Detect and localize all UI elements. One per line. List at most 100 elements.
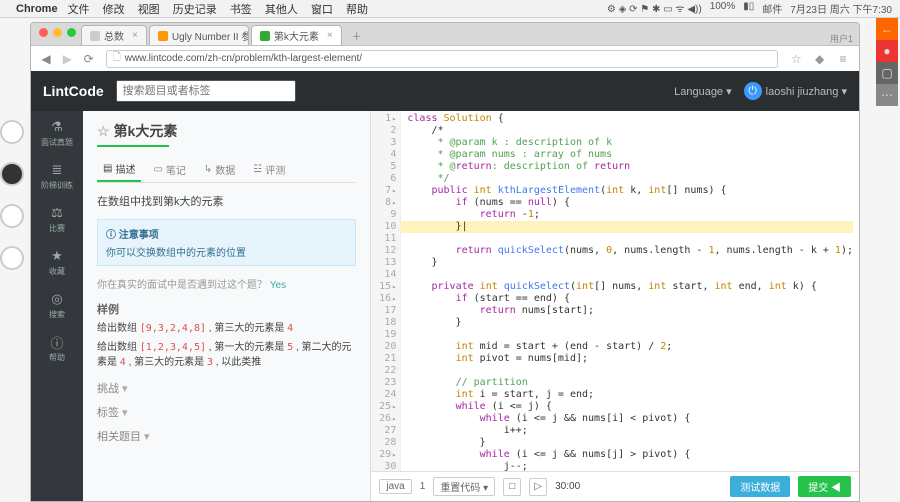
sidebar-item-label: 面试真题 bbox=[41, 137, 73, 148]
problem-tabs: ▤描述 ▭ 笔记 ↳数据 ☳评测 bbox=[97, 157, 356, 183]
menu-edit[interactable]: 修改 bbox=[103, 4, 125, 16]
page-info-icon[interactable]: 🗋 bbox=[113, 50, 121, 67]
menu-bookmarks[interactable]: 书签 bbox=[230, 4, 252, 16]
submit-button[interactable]: 提交 ◀ bbox=[798, 476, 851, 497]
back-icon[interactable]: ◀ bbox=[39, 52, 53, 66]
tab-strip: 总数 × Ugly Number II 参考程序 J…× 第k大元素 × ＋ 用户1 bbox=[31, 23, 859, 45]
tab-data[interactable]: ↳数据 bbox=[198, 157, 241, 182]
code-lines[interactable]: class Solution { /* * @param k : descrip… bbox=[401, 111, 859, 471]
challenge-dropdown[interactable]: 挑战 bbox=[97, 380, 356, 396]
language-dropdown[interactable]: Language ▾ bbox=[674, 85, 732, 98]
notice-box: ⓘ 注意事项 你可以交换数组中的元素的位置 bbox=[97, 219, 356, 266]
related-dropdown[interactable]: 相关题目 bbox=[97, 428, 356, 444]
line-number: 1 bbox=[420, 481, 426, 492]
ex-text: , 第一大的元素是 bbox=[206, 342, 287, 353]
user-menu[interactable]: ⏻ laoshi jiuzhang ▾ bbox=[744, 82, 847, 100]
bookmark-icon[interactable]: ☆ bbox=[788, 51, 804, 67]
minimize-icon[interactable] bbox=[53, 28, 62, 37]
tab-1[interactable]: Ugly Number II 参考程序 J…× bbox=[149, 25, 249, 45]
note-icon: ▭ bbox=[153, 164, 162, 175]
close-icon[interactable] bbox=[39, 28, 48, 37]
star-outline-icon[interactable]: ☆ bbox=[97, 123, 110, 140]
clock-date: 7月23日 周六 下午7:30 bbox=[790, 1, 892, 16]
new-tab-button[interactable]: ＋ bbox=[344, 26, 370, 45]
reload-icon[interactable]: ⟳ bbox=[82, 52, 96, 66]
favicon-icon bbox=[260, 31, 270, 41]
maximize-icon[interactable] bbox=[67, 28, 76, 37]
problem-title: ☆ 第k大元素 bbox=[97, 121, 356, 141]
mac-status: ⚙ ◈ ⟳ ⚑ ✱ ▭ ᯤ ◀)) 100% ▮▯ 邮件 7月23日 周六 下午… bbox=[607, 1, 892, 16]
tool-box-icon[interactable]: ▢ bbox=[876, 62, 898, 84]
timer-stop-icon[interactable]: □ bbox=[503, 478, 521, 496]
menu-file[interactable]: 文件 bbox=[68, 4, 90, 16]
notice-title: ⓘ 注意事项 bbox=[106, 226, 347, 241]
seen-yes-button[interactable]: Yes bbox=[270, 280, 286, 291]
tags-dropdown[interactable]: 标签 bbox=[97, 404, 356, 420]
menu-window[interactable]: 窗口 bbox=[311, 4, 333, 16]
menu-icon[interactable]: ≡ bbox=[835, 51, 851, 67]
timer-play-icon[interactable]: ▷ bbox=[529, 478, 547, 496]
tool-arrow-icon[interactable]: ← bbox=[876, 18, 898, 40]
reset-dropdown[interactable]: 重置代码 ▾ bbox=[433, 477, 495, 496]
menu-view[interactable]: 视图 bbox=[138, 4, 160, 16]
tab-2[interactable]: 第k大元素 × bbox=[251, 25, 342, 45]
app-name[interactable]: Chrome bbox=[16, 3, 58, 15]
editor-footer: java 1 重置代码 ▾ □ ▷ 30:00 测试数据 提交 ◀ bbox=[371, 471, 859, 501]
clock-extra: 邮件 bbox=[762, 1, 782, 16]
test-button[interactable]: 测试数据 bbox=[730, 476, 790, 497]
battery-pct: 100% bbox=[710, 1, 736, 16]
background-decor bbox=[0, 120, 28, 288]
menu-help[interactable]: 帮助 bbox=[346, 4, 368, 16]
tab-description[interactable]: ▤描述 bbox=[97, 157, 141, 182]
info-icon: ⓘ bbox=[49, 334, 65, 350]
tool-record-icon[interactable]: ● bbox=[876, 40, 898, 62]
tab-judge[interactable]: ☳评测 bbox=[247, 157, 291, 182]
timer-display: 30:00 bbox=[555, 481, 580, 492]
sidebar-item-interview[interactable]: ⚗面试真题 bbox=[41, 119, 73, 148]
tab-label: 数据 bbox=[215, 162, 235, 177]
main-split: ☆ 第k大元素 ▤描述 ▭笔记 ↳数据 ☳评测 在数组中找到第k大的元素 ⓘ 注… bbox=[83, 111, 859, 501]
page-body: ⚗面试真题 ≣阶梯训练 ⚖比赛 ★收藏 ◎搜索 ⓘ帮助 ☆ 第k大元素 ▤描述 … bbox=[31, 111, 859, 501]
menu-people[interactable]: 其他人 bbox=[265, 4, 298, 16]
url-text: www.lintcode.com/zh-cn/problem/kth-large… bbox=[125, 53, 362, 64]
sidebar-item-label: 收藏 bbox=[49, 266, 65, 277]
nav-controls: ◀ ▶ ⟳ bbox=[39, 52, 100, 66]
mac-menus: 文件 修改 视图 历史记录 书签 其他人 窗口 帮助 bbox=[68, 1, 378, 17]
doc-icon: ▤ bbox=[103, 163, 112, 174]
screen-annotation-toolbar: ← ● ▢ ⋯ bbox=[876, 18, 898, 106]
tool-more-icon[interactable]: ⋯ bbox=[876, 84, 898, 106]
tab-label: 笔记 bbox=[166, 162, 186, 177]
sidebar-item-contest[interactable]: ⚖比赛 bbox=[49, 205, 65, 234]
sidebar-item-ladder[interactable]: ≣阶梯训练 bbox=[41, 162, 73, 191]
tab-0[interactable]: 总数 × bbox=[81, 25, 147, 45]
extension-icon[interactable]: ◆ bbox=[812, 51, 828, 67]
title-underline bbox=[97, 145, 169, 147]
close-tab-icon[interactable]: × bbox=[132, 30, 138, 41]
toolbar-icons: ☆ ◆ ≡ bbox=[784, 51, 851, 67]
bars-icon: ≣ bbox=[49, 162, 65, 178]
menu-history[interactable]: 历史记录 bbox=[173, 4, 217, 16]
close-tab-icon[interactable]: × bbox=[327, 30, 333, 41]
favicon-icon bbox=[158, 31, 168, 41]
tab-2-title: 第k大元素 bbox=[274, 28, 319, 43]
ex-answer: 4 bbox=[287, 323, 293, 334]
ex-text: , 以此类推 bbox=[213, 357, 261, 368]
tab-notes[interactable]: ▭ 笔记 bbox=[147, 157, 191, 182]
forward-icon[interactable]: ▶ bbox=[60, 52, 74, 66]
sidebar-item-help[interactable]: ⓘ帮助 bbox=[49, 334, 65, 363]
sidebar-item-favorites[interactable]: ★收藏 bbox=[49, 248, 65, 277]
sidebar-item-label: 搜索 bbox=[49, 309, 65, 320]
problem-title-text: 第k大元素 bbox=[114, 121, 178, 141]
site-logo[interactable]: LintCode bbox=[43, 83, 104, 99]
example-section: 样例 给出数组 [9,3,2,4,8] , 第三大的元素是 4 给出数组 [1,… bbox=[97, 301, 356, 370]
seen-question: 你在真实的面试中是否遇到过这个题？ Yes bbox=[97, 276, 356, 291]
language-select[interactable]: java bbox=[379, 479, 411, 494]
url-field[interactable]: 🗋 www.lintcode.com/zh-cn/problem/kth-larg… bbox=[106, 50, 779, 68]
sidebar-item-search[interactable]: ◎搜索 bbox=[49, 291, 65, 320]
code-area[interactable]: 1234567891011121314151617181920212223242… bbox=[371, 111, 859, 471]
search-input[interactable] bbox=[116, 80, 296, 102]
favicon-icon bbox=[90, 31, 100, 41]
tab-0-title: 总数 bbox=[104, 28, 124, 43]
profile-label[interactable]: 用户1 bbox=[830, 32, 853, 45]
power-icon: ⏻ bbox=[744, 82, 762, 100]
